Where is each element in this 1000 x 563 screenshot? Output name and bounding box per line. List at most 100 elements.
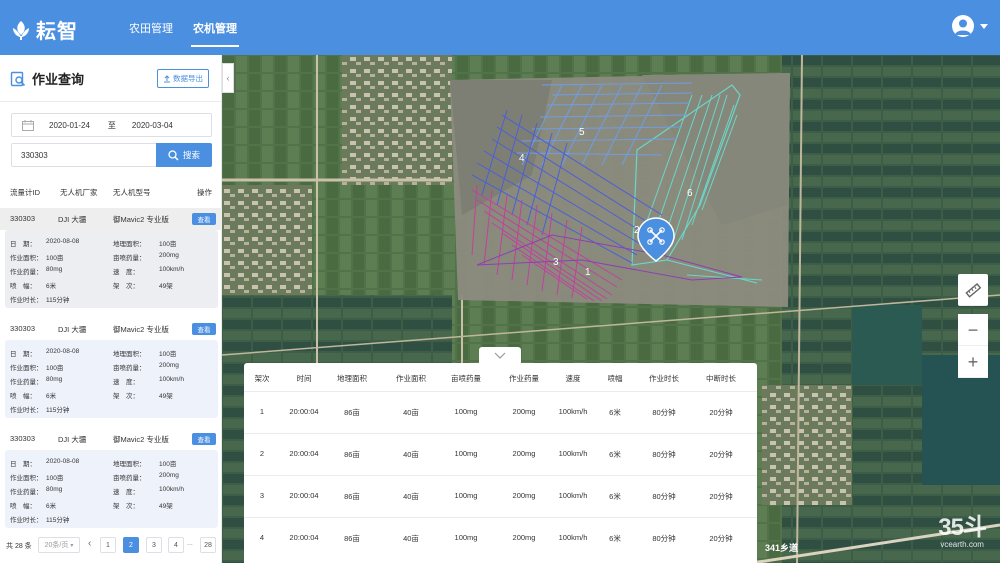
- detail-value-width: 6米: [46, 283, 57, 290]
- divider: [0, 101, 222, 102]
- sortie-cell: 20分钟: [709, 534, 733, 543]
- detail-value-date: 2020-08-08: [46, 348, 80, 355]
- record-drone-maker: DJI 大疆: [58, 215, 87, 224]
- detail-label-date: 日 期：: [10, 241, 36, 248]
- detail-value-dose: 80mg: [46, 266, 63, 273]
- sortie-cell: 100km/h: [558, 491, 588, 500]
- sortie-cell: 100mg: [454, 491, 478, 500]
- detail-label-width: 喷 幅：: [10, 503, 36, 510]
- record-summary-row[interactable]: 330303 DJI 大疆 御Mavic2 专业版 查看: [0, 208, 222, 230]
- detail-value-dur: 115分钟: [46, 297, 70, 304]
- sortie-cell: 6米: [609, 450, 621, 459]
- ruler-icon: [965, 282, 982, 298]
- detail-value-dose: 80mg: [46, 486, 63, 493]
- page-button[interactable]: 1: [100, 537, 116, 553]
- flowmeter-id-search-input[interactable]: [11, 143, 156, 167]
- search-button[interactable]: 搜索: [156, 143, 212, 167]
- export-data-label: 数据导出: [173, 74, 203, 83]
- sortie-cell: 40亩: [403, 408, 419, 417]
- page-size-select[interactable]: 20条/页 ▾: [38, 537, 80, 553]
- record-drone-model: 御Mavic2 专业版: [113, 325, 169, 334]
- sortie-cell: 100km/h: [558, 407, 588, 416]
- zoom-in-button[interactable]: +: [958, 346, 988, 378]
- detail-label-speed: 速 度：: [113, 269, 139, 276]
- detail-value-land: 100亩: [159, 351, 177, 358]
- detail-value-sorties: 49架: [159, 503, 173, 510]
- record-summary-row[interactable]: 330303 DJI 大疆 御Mavic2 专业版 查看: [0, 428, 222, 450]
- calendar-icon: [22, 119, 34, 131]
- page-ellipsis: ...: [187, 540, 193, 547]
- column-action: 操作: [197, 188, 212, 197]
- sidebar-collapse-toggle[interactable]: ‹: [222, 63, 234, 93]
- record-drone-maker: DJI 大疆: [58, 325, 87, 334]
- sortie-column-header: 中断时长: [706, 374, 736, 383]
- detail-label-dur: 作业时长：: [10, 407, 43, 414]
- date-to: 2020-03-04: [131, 120, 173, 130]
- sortie-cell: 6米: [609, 492, 621, 501]
- sortie-cell: 6米: [609, 408, 621, 417]
- sortie-cell: 100km/h: [558, 449, 588, 458]
- detail-value-sorties: 49架: [159, 393, 173, 400]
- zone-label-1: 1: [585, 267, 591, 278]
- detail-value-sorties: 49架: [159, 283, 173, 290]
- measure-tool-button[interactable]: [958, 274, 988, 306]
- detail-label-mu: 亩喷药量：: [113, 475, 146, 482]
- detail-label-speed: 速 度：: [113, 489, 139, 496]
- sortie-cell: 20:00:04: [289, 491, 319, 500]
- sortie-cell: 80分钟: [652, 492, 676, 501]
- sortie-cell: 20分钟: [709, 408, 733, 417]
- sortie-table-row[interactable]: 4 20:00:04 86亩 40亩 100mg 200mg 100km/h 6米 80分钟 20…: [244, 517, 757, 559]
- app-logo[interactable]: 耘智: [10, 15, 78, 44]
- detail-value-dur: 115分钟: [46, 407, 70, 414]
- nav-tab-machinery[interactable]: 农机管理: [191, 20, 239, 47]
- sidebar-title: 作业查询: [32, 72, 85, 87]
- user-menu[interactable]: [952, 15, 988, 37]
- record-flowmeter-id: 330303: [10, 434, 36, 443]
- search-row: 搜索: [11, 143, 212, 167]
- sortie-cell: 200mg: [512, 491, 536, 500]
- sortie-cell: 86亩: [344, 492, 360, 501]
- sortie-cell: 86亩: [344, 450, 360, 459]
- sortie-column-header: 速度: [565, 374, 581, 383]
- panel-collapse-handle[interactable]: [479, 347, 521, 363]
- sortie-cell: 6米: [609, 534, 621, 543]
- sortie-table-row[interactable]: 3 20:00:04 86亩 40亩 100mg 200mg 100km/h 6米 80分钟 20…: [244, 475, 757, 517]
- export-data-button[interactable]: 数据导出: [157, 69, 209, 88]
- sortie-column-header: 作业面积: [396, 374, 426, 383]
- nav-tab-farmland[interactable]: 农田管理: [129, 20, 173, 36]
- date-range-picker[interactable]: 2020-01-24 至 2020-03-04: [11, 113, 212, 137]
- page-button[interactable]: 2: [123, 537, 139, 553]
- view-record-button[interactable]: 查看: [192, 213, 216, 225]
- detail-label-sorties: 架 次：: [113, 503, 139, 510]
- sortie-column-header: 作业药量: [509, 374, 539, 383]
- view-record-button[interactable]: 查看: [192, 433, 216, 445]
- record-summary-row[interactable]: 330303 DJI 大疆 御Mavic2 专业版 查看: [0, 318, 222, 340]
- view-record-button[interactable]: 查看: [192, 323, 216, 335]
- sortie-table-row[interactable]: 1 20:00:04 86亩 40亩 100mg 200mg 100km/h 6米 80分钟 20…: [244, 391, 757, 433]
- detail-value-mu: 200mg: [159, 252, 179, 259]
- sortie-cell: 40亩: [403, 492, 419, 501]
- date-separator: 至: [107, 120, 116, 130]
- sortie-cell: 2: [259, 449, 265, 458]
- detail-label-land: 地理面积：: [113, 461, 146, 468]
- record-drone-model: 御Mavic2 专业版: [113, 215, 169, 224]
- sortie-cell: 80分钟: [652, 534, 676, 543]
- prev-page-icon[interactable]: ‹: [88, 538, 91, 549]
- detail-value-land: 100亩: [159, 461, 177, 468]
- page-button[interactable]: 28: [200, 537, 216, 553]
- sidebar-header: 作业查询: [10, 69, 84, 88]
- detail-value-dur: 115分钟: [46, 517, 70, 524]
- zone-label-6: 6: [687, 188, 693, 199]
- sortie-cell: 40亩: [403, 450, 419, 459]
- sortie-cell: 20:00:04: [289, 449, 319, 458]
- sortie-cell: 86亩: [344, 534, 360, 543]
- detail-label-land: 地理面积：: [113, 241, 146, 248]
- zoom-out-button[interactable]: −: [958, 314, 988, 346]
- top-bar: 耘智 农田管理 农机管理: [0, 0, 1000, 55]
- sortie-table-row[interactable]: 2 20:00:04 86亩 40亩 100mg 200mg 100km/h 6米 80分钟 20…: [244, 433, 757, 475]
- chevron-down-icon: [494, 352, 506, 359]
- detail-label-land: 地理面积：: [113, 351, 146, 358]
- page-button[interactable]: 4: [168, 537, 184, 553]
- page-button[interactable]: 3: [146, 537, 162, 553]
- chevron-down-icon: ▾: [70, 542, 74, 549]
